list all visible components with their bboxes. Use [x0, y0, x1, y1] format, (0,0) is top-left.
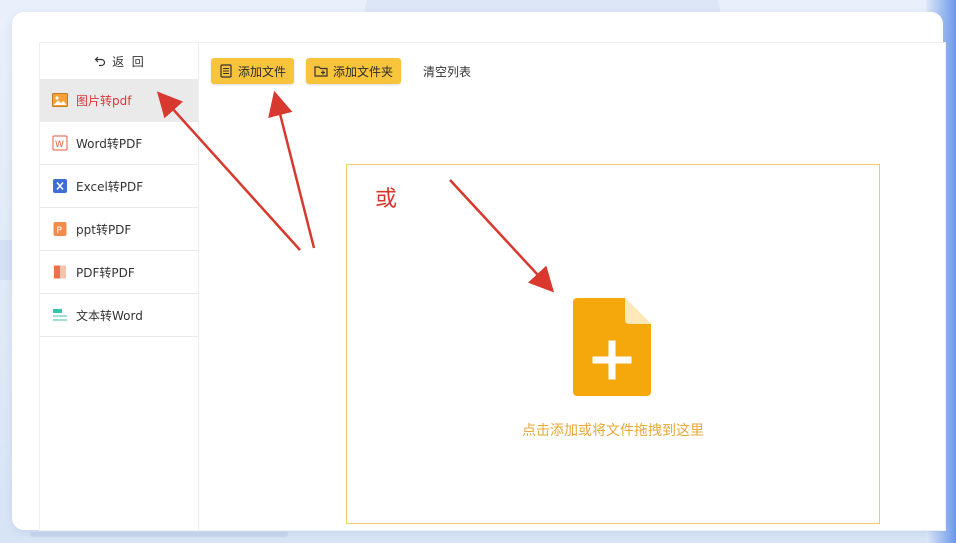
sidebar-item-excel-to-pdf[interactable]: Excel转PDF [40, 165, 198, 208]
sidebar-item-label: Word转PDF [76, 136, 143, 151]
svg-text:W: W [55, 140, 64, 150]
add-folder-label: 添加文件夹 [333, 64, 394, 79]
sidebar-item-ppt-to-pdf[interactable]: P ppt转PDF [40, 208, 198, 251]
ppt-icon: P [52, 221, 68, 237]
file-drop-zone[interactable]: 或 点击添加或将文件拖拽到这里 [346, 164, 880, 524]
sidebar-item-image-to-pdf[interactable]: 图片转pdf [40, 79, 198, 122]
sidebar-item-pdf-to-pdf[interactable]: PDF转PDF [40, 251, 198, 294]
toolbar: 添加文件 添加文件夹 清空列表 [211, 58, 471, 84]
sidebar-item-label: 图片转pdf [76, 93, 132, 108]
app-window: 返 回 图片转pdf W Word转PDF Excel转PDF P ppt转PD… [12, 12, 946, 531]
back-button[interactable]: 返 回 [40, 43, 198, 79]
drop-hint-text: 点击添加或将文件拖拽到这里 [522, 423, 704, 439]
folder-add-icon [314, 66, 328, 77]
svg-text:P: P [57, 226, 63, 236]
word-icon: W [52, 135, 68, 151]
sidebar-item-text-to-word[interactable]: 文本转Word [40, 294, 198, 337]
clear-list-button[interactable]: 清空列表 [413, 63, 471, 80]
add-file-button[interactable]: 添加文件 [211, 58, 295, 84]
sidebar-item-label: PDF转PDF [76, 265, 135, 280]
app-content: 返 回 图片转pdf W Word转PDF Excel转PDF P ppt转PD… [39, 42, 946, 531]
sidebar: 返 回 图片转pdf W Word转PDF Excel转PDF P ppt转PD… [40, 43, 199, 530]
text-icon [52, 307, 68, 323]
or-annotation: 或 [375, 187, 398, 212]
bottom-scrollbar[interactable] [30, 532, 288, 537]
image-icon [52, 92, 68, 108]
excel-icon [52, 178, 68, 194]
add-folder-button[interactable]: 添加文件夹 [306, 58, 402, 84]
sidebar-item-label: ppt转PDF [76, 222, 132, 237]
add-file-label: 添加文件 [238, 64, 287, 79]
file-list-icon [220, 64, 232, 78]
back-arrow-icon [94, 56, 106, 67]
pdf-icon [52, 264, 68, 280]
sidebar-item-label: Excel转PDF [76, 179, 144, 194]
sidebar-item-word-to-pdf[interactable]: W Word转PDF [40, 122, 198, 165]
back-label: 返 回 [112, 54, 144, 69]
add-file-icon[interactable] [573, 298, 651, 396]
sidebar-item-label: 文本转Word [76, 308, 143, 323]
